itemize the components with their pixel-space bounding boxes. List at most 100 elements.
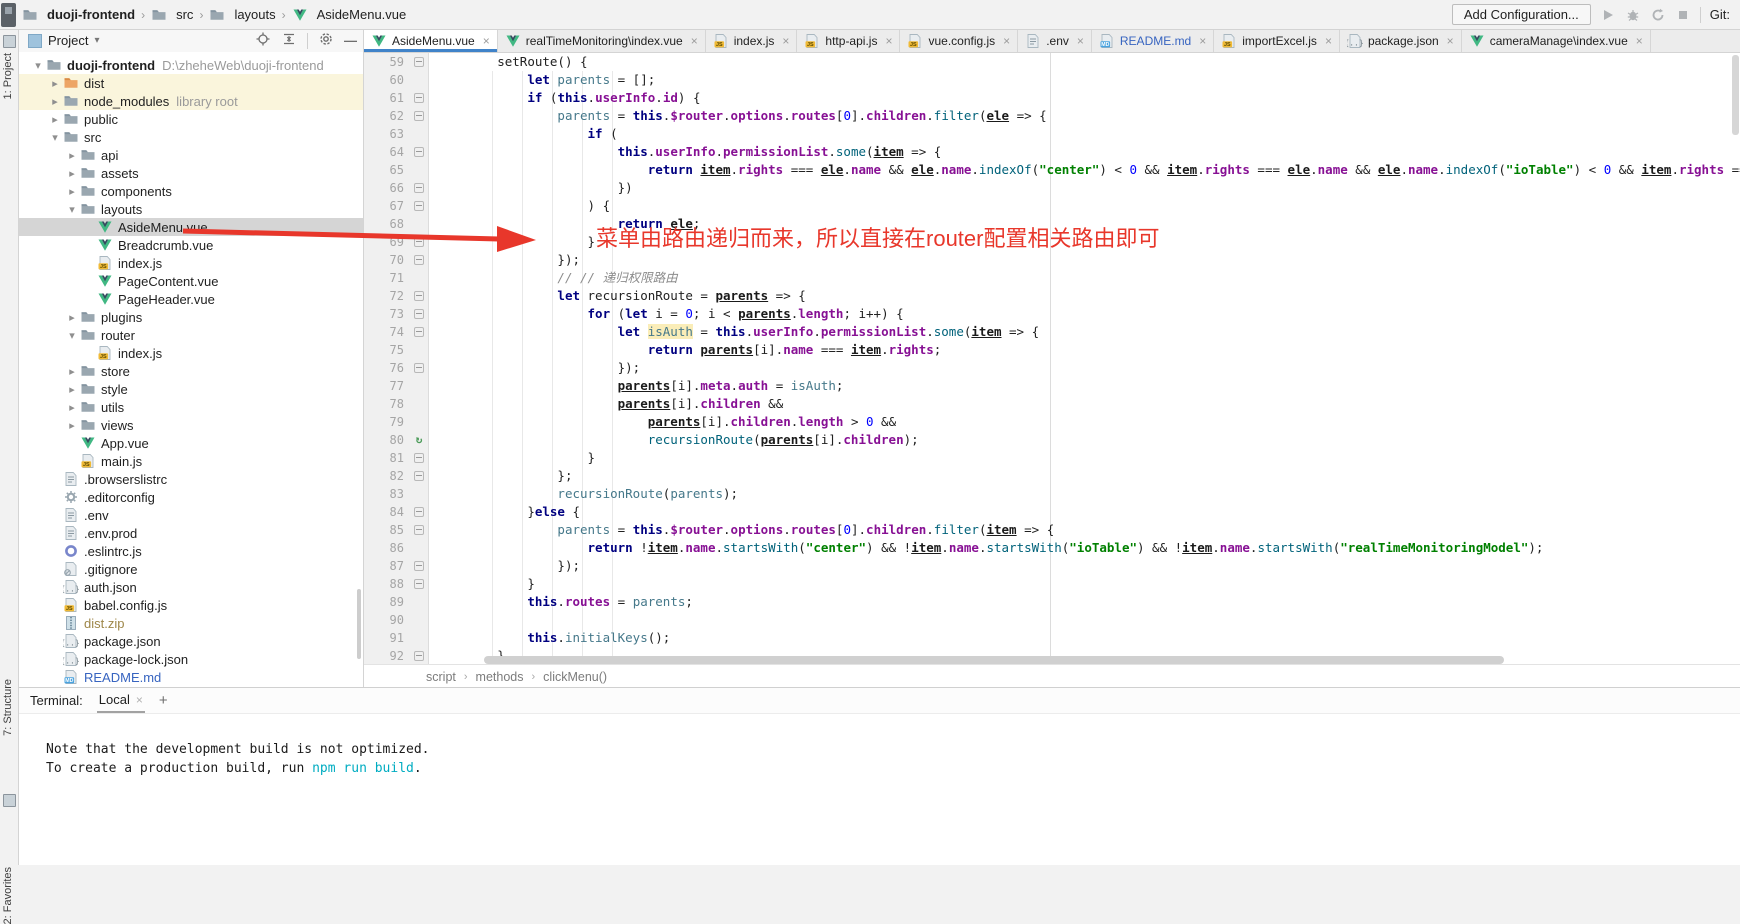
- fold-marker[interactable]: [410, 179, 429, 197]
- chevron-down-icon[interactable]: ▾: [30, 59, 46, 72]
- tab-realtimemonitoring-index-vue[interactable]: realTimeMonitoring\index.vue×: [498, 29, 706, 52]
- fold-marker[interactable]: [410, 323, 429, 341]
- code-line-80[interactable]: 80↻ recursionRoute(parents[i].children);: [364, 431, 1740, 449]
- code-line-66[interactable]: 66 }): [364, 179, 1740, 197]
- code-line-90[interactable]: 90: [364, 611, 1740, 629]
- tab-vue-config-js[interactable]: JSvue.config.js×: [900, 29, 1018, 52]
- chevron-right-icon[interactable]: ▸: [64, 401, 80, 414]
- tree-item-duoji-frontend[interactable]: ▾duoji-frontendD:\zheheWeb\duoji-fronten…: [18, 56, 363, 74]
- hscrollbar-thumb[interactable]: [484, 656, 1504, 664]
- tab-cameramanage-index-vue[interactable]: cameraManage\index.vue×: [1462, 29, 1651, 52]
- fold-marker[interactable]: [410, 251, 429, 269]
- code-line-71[interactable]: 71 // // 递归权限路由: [364, 269, 1740, 287]
- tab-http-api-js[interactable]: JShttp-api.js×: [797, 29, 900, 52]
- tree-item-package-json[interactable]: {..}package.json: [18, 632, 363, 650]
- tree-item-api[interactable]: ▸api: [18, 146, 363, 164]
- chevron-down-icon[interactable]: ▾: [64, 203, 80, 216]
- chevron-right-icon[interactable]: ▸: [47, 113, 63, 126]
- chevron-down-icon[interactable]: ▾: [47, 131, 63, 144]
- code-line-62[interactable]: 62 parents = this.$router.options.routes…: [364, 107, 1740, 125]
- settings-gear-icon[interactable]: [318, 31, 334, 50]
- close-icon[interactable]: ×: [483, 34, 490, 48]
- chevron-right-icon[interactable]: ▸: [64, 167, 80, 180]
- editor-breadcrumb-script[interactable]: script: [426, 670, 456, 684]
- tree-item-breadcrumb-vue[interactable]: Breadcrumb.vue: [18, 236, 363, 254]
- fold-marker[interactable]: [410, 287, 429, 305]
- tab-asidemenu-vue[interactable]: AsideMenu.vue×: [364, 29, 498, 52]
- tree-item-dist-zip[interactable]: dist.zip: [18, 614, 363, 632]
- tree-item-pageheader-vue[interactable]: PageHeader.vue: [18, 290, 363, 308]
- breadcrumb-item-layouts[interactable]: layouts: [209, 7, 275, 23]
- code-line-60[interactable]: 60 let parents = [];: [364, 71, 1740, 89]
- code-line-79[interactable]: 79 parents[i].children.length > 0 &&: [364, 413, 1740, 431]
- tab--env[interactable]: .env×: [1018, 29, 1092, 52]
- structure-stripe-icon[interactable]: [3, 794, 16, 807]
- code-line-91[interactable]: 91 this.initialKeys();: [364, 629, 1740, 647]
- stripe-structure-button[interactable]: 7: Structure: [2, 679, 14, 736]
- add-configuration-button[interactable]: Add Configuration...: [1452, 4, 1591, 25]
- tab-index-js[interactable]: JSindex.js×: [706, 29, 798, 52]
- new-terminal-button[interactable]: +: [159, 692, 168, 709]
- code-line-89[interactable]: 89 this.routes = parents;: [364, 593, 1740, 611]
- tree-item-style[interactable]: ▸style: [18, 380, 363, 398]
- tree-item-index-js[interactable]: JSindex.js: [18, 254, 363, 272]
- run-icon[interactable]: [1600, 7, 1616, 23]
- terminal-tab-local[interactable]: Local ×: [97, 688, 145, 713]
- code-line-81[interactable]: 81 }: [364, 449, 1740, 467]
- tool-window-toggle-icon[interactable]: [1, 3, 16, 27]
- breadcrumb-item-asidemenu-vue[interactable]: AsideMenu.vue: [292, 7, 407, 23]
- close-icon[interactable]: ×: [1325, 34, 1332, 48]
- tree-item-components[interactable]: ▸components: [18, 182, 363, 200]
- editor-breadcrumb-methods[interactable]: methods: [476, 670, 524, 684]
- debug-icon[interactable]: [1625, 7, 1641, 23]
- code-line-64[interactable]: 64 this.userInfo.permissionList.some(ite…: [364, 143, 1740, 161]
- code-line-87[interactable]: 87 });: [364, 557, 1740, 575]
- code-line-84[interactable]: 84 }else {: [364, 503, 1740, 521]
- chevron-right-icon[interactable]: ▸: [64, 419, 80, 432]
- project-stripe-icon[interactable]: [3, 35, 16, 48]
- tree-item-router[interactable]: ▾router: [18, 326, 363, 344]
- editor-vscrollbar-thumb[interactable]: [1732, 55, 1739, 135]
- tab-package-json[interactable]: {..}package.json×: [1340, 29, 1462, 52]
- tree-item-assets[interactable]: ▸assets: [18, 164, 363, 182]
- fold-marker[interactable]: [410, 197, 429, 215]
- hide-panel-icon[interactable]: —: [344, 33, 357, 48]
- project-scrollbar-thumb[interactable]: [357, 589, 361, 659]
- fold-marker[interactable]: [410, 503, 429, 521]
- breadcrumb-item-src[interactable]: src: [151, 7, 193, 23]
- tree-item-main-js[interactable]: JSmain.js: [18, 452, 363, 470]
- fold-marker[interactable]: [410, 575, 429, 593]
- tree-item-views[interactable]: ▸views: [18, 416, 363, 434]
- chevron-right-icon[interactable]: ▸: [64, 365, 80, 378]
- tab-importexcel-js[interactable]: JSimportExcel.js×: [1214, 29, 1340, 52]
- code-line-88[interactable]: 88 }: [364, 575, 1740, 593]
- code-line-61[interactable]: 61 if (this.userInfo.id) {: [364, 89, 1740, 107]
- fold-marker[interactable]: [410, 449, 429, 467]
- tree-item-index-js[interactable]: JSindex.js: [18, 344, 363, 362]
- tree-item-app-vue[interactable]: App.vue: [18, 434, 363, 452]
- tree-item--eslintrc-js[interactable]: .eslintrc.js: [18, 542, 363, 560]
- close-icon[interactable]: ×: [1077, 34, 1084, 48]
- tree-item--browserslistrc[interactable]: .browserslistrc: [18, 470, 363, 488]
- code-line-75[interactable]: 75 return parents[i].name === item.right…: [364, 341, 1740, 359]
- tree-item-src[interactable]: ▾src: [18, 128, 363, 146]
- chevron-right-icon[interactable]: ▸: [47, 77, 63, 90]
- chevron-right-icon[interactable]: ▸: [64, 383, 80, 396]
- chevron-down-icon[interactable]: ▾: [64, 329, 80, 342]
- collapse-all-icon[interactable]: [281, 31, 297, 50]
- fold-marker[interactable]: [410, 557, 429, 575]
- code-line-67[interactable]: 67 ) {: [364, 197, 1740, 215]
- stripe-project-button[interactable]: 1: Project: [2, 53, 14, 99]
- code-line-68[interactable]: 68 return ele;: [364, 215, 1740, 233]
- chevron-down-icon[interactable]: ▾: [94, 35, 99, 46]
- fold-marker[interactable]: [410, 89, 429, 107]
- code-line-78[interactable]: 78 parents[i].children &&: [364, 395, 1740, 413]
- fold-marker[interactable]: [410, 53, 429, 71]
- code-line-63[interactable]: 63 if (: [364, 125, 1740, 143]
- terminal-output[interactable]: Note that the development build is not o…: [18, 714, 1740, 778]
- stripe-favorites-button[interactable]: 2: Favorites: [2, 867, 14, 924]
- editor-breadcrumb-clickmenu-[interactable]: clickMenu(): [543, 670, 607, 684]
- close-icon[interactable]: ×: [691, 34, 698, 48]
- tree-item-store[interactable]: ▸store: [18, 362, 363, 380]
- fold-marker[interactable]: [410, 107, 429, 125]
